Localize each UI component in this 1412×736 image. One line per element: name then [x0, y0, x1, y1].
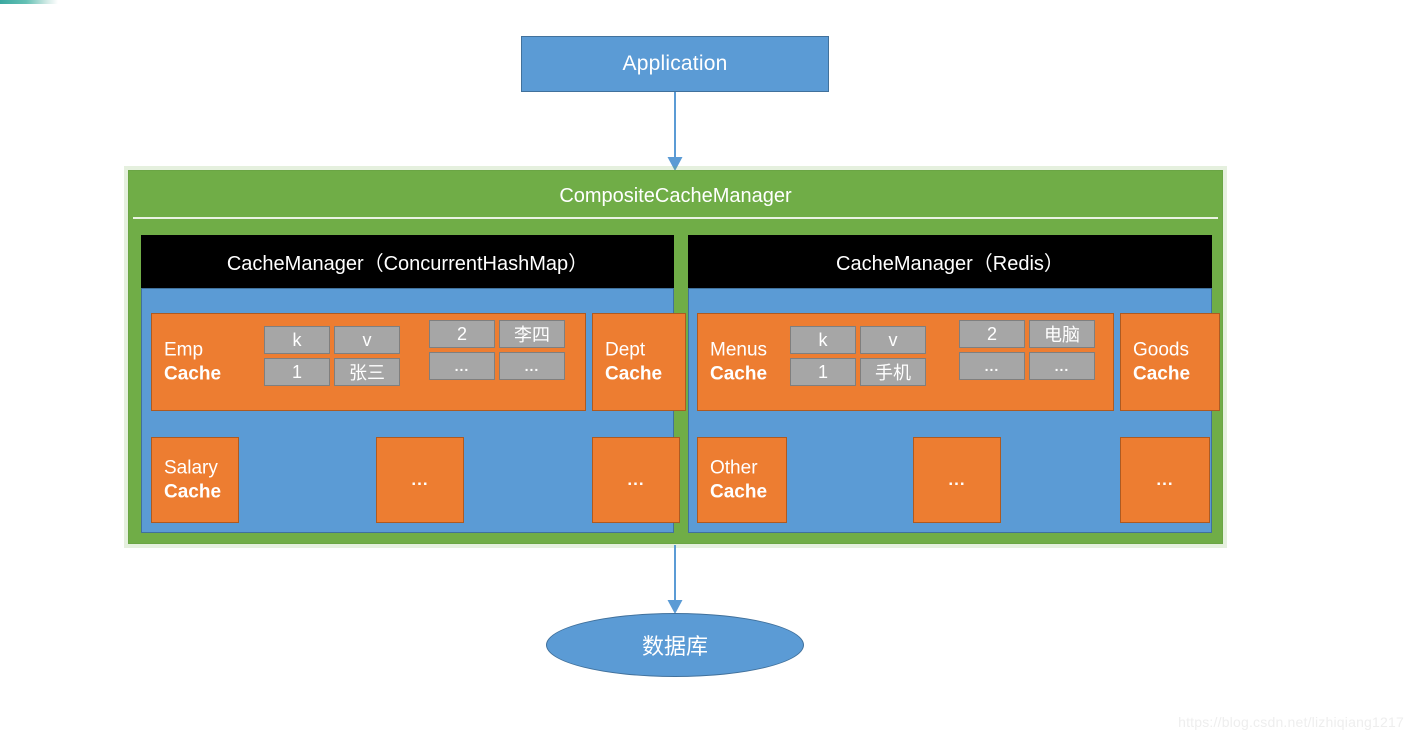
- kv-cell: 2: [429, 320, 495, 348]
- cache-box-dept-label: Dept Cache: [605, 338, 662, 385]
- cache-name-line2: Cache: [710, 363, 768, 384]
- cache-manager-panel-concurrenthashmap: CacheManager（ConcurrentHashMap） Emp Cach…: [141, 235, 686, 533]
- placeholder-label: ...: [1156, 470, 1174, 489]
- kv-cell: 手机: [860, 358, 926, 386]
- arrow-manager-to-database: [667, 545, 683, 614]
- cache-box-emp[interactable]: Emp Cache k v 1 张三 2 李四 ... ...: [151, 313, 586, 411]
- kv-cell: v: [334, 326, 400, 354]
- cache-box-placeholder-2[interactable]: ...: [592, 437, 680, 523]
- kv-table-emp-1: k v 1 张三: [264, 326, 400, 386]
- kv-cell: ...: [959, 352, 1025, 380]
- composite-cache-manager-frame: CompositeCacheManager CacheManager（Concu…: [128, 170, 1223, 544]
- cache-box-goods[interactable]: Goods Cache: [1120, 313, 1220, 411]
- kv-cell: v: [860, 326, 926, 354]
- kv-row: 1 手机: [790, 358, 926, 386]
- cache-row-top-left: Emp Cache k v 1 张三 2 李四 ... ... Dept Cac…: [142, 313, 686, 411]
- placeholder-label: ...: [411, 470, 429, 489]
- kv-cell: 1: [264, 358, 330, 386]
- cache-box-other[interactable]: Other Cache: [697, 437, 787, 523]
- kv-row: k v: [790, 326, 926, 354]
- composite-cache-manager-title: CompositeCacheManager: [133, 175, 1218, 219]
- kv-cell: 2: [959, 320, 1025, 348]
- application-label: Application: [622, 52, 728, 75]
- application-box[interactable]: Application: [521, 36, 829, 92]
- cache-box-dept[interactable]: Dept Cache: [592, 313, 686, 411]
- cache-name-line2: Cache: [1133, 363, 1191, 384]
- kv-cell: 1: [790, 358, 856, 386]
- cache-name-line1: Goods: [1133, 339, 1189, 361]
- kv-table-menus-1: k v 1 手机: [790, 326, 926, 386]
- cache-name-line1: Menus: [710, 339, 768, 361]
- kv-cell: 李四: [499, 320, 565, 348]
- kv-cell: ...: [429, 352, 495, 380]
- cache-box-emp-label: Emp Cache: [164, 338, 221, 385]
- database-node[interactable]: 数据库: [546, 613, 804, 677]
- cache-box-menus[interactable]: Menus Cache k v 1 手机 2 电脑 ... ...: [697, 313, 1114, 411]
- cache-manager-header-label: CacheManager（Redis）: [836, 253, 1064, 275]
- kv-cell: ...: [1029, 352, 1095, 380]
- kv-row: 2 李四: [429, 320, 565, 348]
- cache-row-bottom-left: Salary Cache ... ...: [142, 437, 680, 523]
- cache-name-line1: Other: [710, 457, 758, 479]
- arrow-app-to-manager: [667, 92, 683, 171]
- kv-cell: 张三: [334, 358, 400, 386]
- cache-row-bottom-right: Other Cache ... ...: [689, 437, 1211, 523]
- cache-name-line1: Emp: [164, 339, 204, 361]
- cache-name-line2: Cache: [164, 481, 222, 502]
- kv-row: ... ...: [429, 352, 565, 380]
- kv-row: 2 电脑: [959, 320, 1095, 348]
- cache-manager-header-label: CacheManager（ConcurrentHashMap）: [226, 253, 589, 275]
- kv-row: 1 张三: [264, 358, 400, 386]
- cache-box-placeholder-1[interactable]: ...: [376, 437, 464, 523]
- cache-box-placeholder-4[interactable]: ...: [1120, 437, 1210, 523]
- database-label: 数据库: [641, 634, 708, 659]
- placeholder-label: ...: [627, 470, 645, 489]
- kv-row: ... ...: [959, 352, 1095, 380]
- cache-name-line2: Cache: [710, 481, 768, 502]
- cache-name-line2: Cache: [605, 363, 663, 384]
- cache-box-menus-label: Menus Cache: [710, 338, 767, 385]
- cache-name-line1: Dept: [605, 339, 646, 361]
- kv-cell: ...: [499, 352, 565, 380]
- cache-name-line1: Salary: [164, 457, 218, 479]
- cache-manager-body-redis: Menus Cache k v 1 手机 2 电脑 ... ... Goods …: [688, 288, 1220, 533]
- cache-name-line2: Cache: [164, 363, 222, 384]
- kv-table-menus-2: 2 电脑 ... ...: [959, 320, 1095, 380]
- cache-box-goods-label: Goods Cache: [1133, 338, 1190, 385]
- cache-box-placeholder-3[interactable]: ...: [913, 437, 1001, 523]
- cache-box-other-label: Other Cache: [710, 456, 767, 503]
- cache-manager-body-concurrenthashmap: Emp Cache k v 1 张三 2 李四 ... ... Dept Cac…: [141, 288, 686, 533]
- placeholder-label: ...: [948, 470, 966, 489]
- diagram-canvas: Application CompositeCacheManager CacheM…: [0, 0, 1412, 736]
- composite-title-label: CompositeCacheManager: [559, 184, 792, 207]
- kv-table-emp-2: 2 李四 ... ...: [429, 320, 565, 380]
- top-accent-sliver: [0, 0, 58, 4]
- cache-row-top-right: Menus Cache k v 1 手机 2 电脑 ... ... Goods …: [689, 313, 1220, 411]
- cache-box-salary-label: Salary Cache: [164, 456, 221, 503]
- kv-row: k v: [264, 326, 400, 354]
- cache-manager-panel-redis: CacheManager（Redis） Menus Cache k v 1 手机…: [688, 235, 1220, 533]
- cache-manager-header-redis: CacheManager（Redis）: [688, 235, 1212, 288]
- cache-box-salary[interactable]: Salary Cache: [151, 437, 239, 523]
- watermark: https://blog.csdn.net/lizhiqiang1217: [1178, 714, 1404, 730]
- kv-cell: k: [264, 326, 330, 354]
- kv-cell: k: [790, 326, 856, 354]
- kv-cell: 电脑: [1029, 320, 1095, 348]
- cache-manager-header-concurrenthashmap: CacheManager（ConcurrentHashMap）: [141, 235, 674, 288]
